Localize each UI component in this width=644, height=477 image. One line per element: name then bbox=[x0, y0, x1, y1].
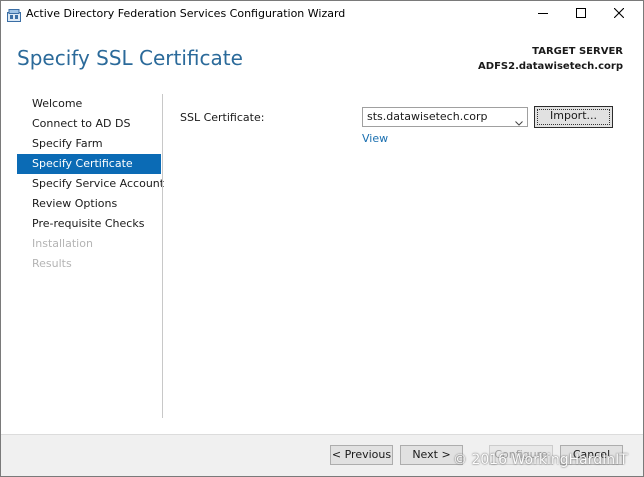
title-bar: Active Directory Federation Services Con… bbox=[1, 1, 643, 27]
target-server-label: TARGET SERVER bbox=[532, 46, 623, 57]
wizard-nav: Welcome Connect to AD DS Specify Farm Sp… bbox=[17, 94, 164, 274]
import-button[interactable]: Import... bbox=[534, 106, 613, 128]
nav-item-results: Results bbox=[32, 257, 72, 270]
nav-item-review-options[interactable]: Review Options bbox=[17, 194, 161, 214]
nav-item-installation: Installation bbox=[32, 237, 93, 250]
chevron-down-icon bbox=[515, 114, 523, 132]
nav-item-specify-service-account[interactable]: Specify Service Account bbox=[17, 174, 164, 194]
close-icon bbox=[614, 8, 624, 18]
nav-item-specify-certificate[interactable]: Specify Certificate bbox=[17, 154, 161, 174]
nav-item-specify-farm[interactable]: Specify Farm bbox=[17, 134, 161, 154]
ssl-certificate-label: SSL Certificate: bbox=[180, 111, 265, 124]
target-server-name: ADFS2.datawisetech.corp bbox=[478, 61, 623, 72]
copyright-watermark: © 2016 WorkingHardInIT bbox=[453, 452, 628, 468]
page-title: Specify SSL Certificate bbox=[17, 46, 243, 70]
adfs-app-icon bbox=[7, 7, 21, 22]
minimize-icon bbox=[538, 13, 548, 14]
ssl-certificate-value: sts.datawisetech.corp bbox=[367, 110, 488, 123]
ssl-certificate-dropdown[interactable]: sts.datawisetech.corp bbox=[362, 107, 528, 127]
nav-item-welcome[interactable]: Welcome bbox=[17, 94, 161, 114]
nav-item-connect-to-ad-ds[interactable]: Connect to AD DS bbox=[17, 114, 161, 134]
nav-divider bbox=[162, 94, 163, 418]
maximize-button[interactable] bbox=[563, 1, 599, 25]
close-button[interactable] bbox=[601, 1, 637, 25]
maximize-icon bbox=[576, 8, 586, 18]
nav-item-prerequisite-checks[interactable]: Pre-requisite Checks bbox=[17, 214, 161, 234]
window-title: Active Directory Federation Services Con… bbox=[26, 7, 346, 20]
wizard-window: Active Directory Federation Services Con… bbox=[0, 0, 644, 477]
minimize-button[interactable] bbox=[525, 1, 561, 25]
view-certificate-link[interactable]: View bbox=[362, 132, 388, 145]
previous-button[interactable]: < Previous bbox=[330, 445, 393, 465]
